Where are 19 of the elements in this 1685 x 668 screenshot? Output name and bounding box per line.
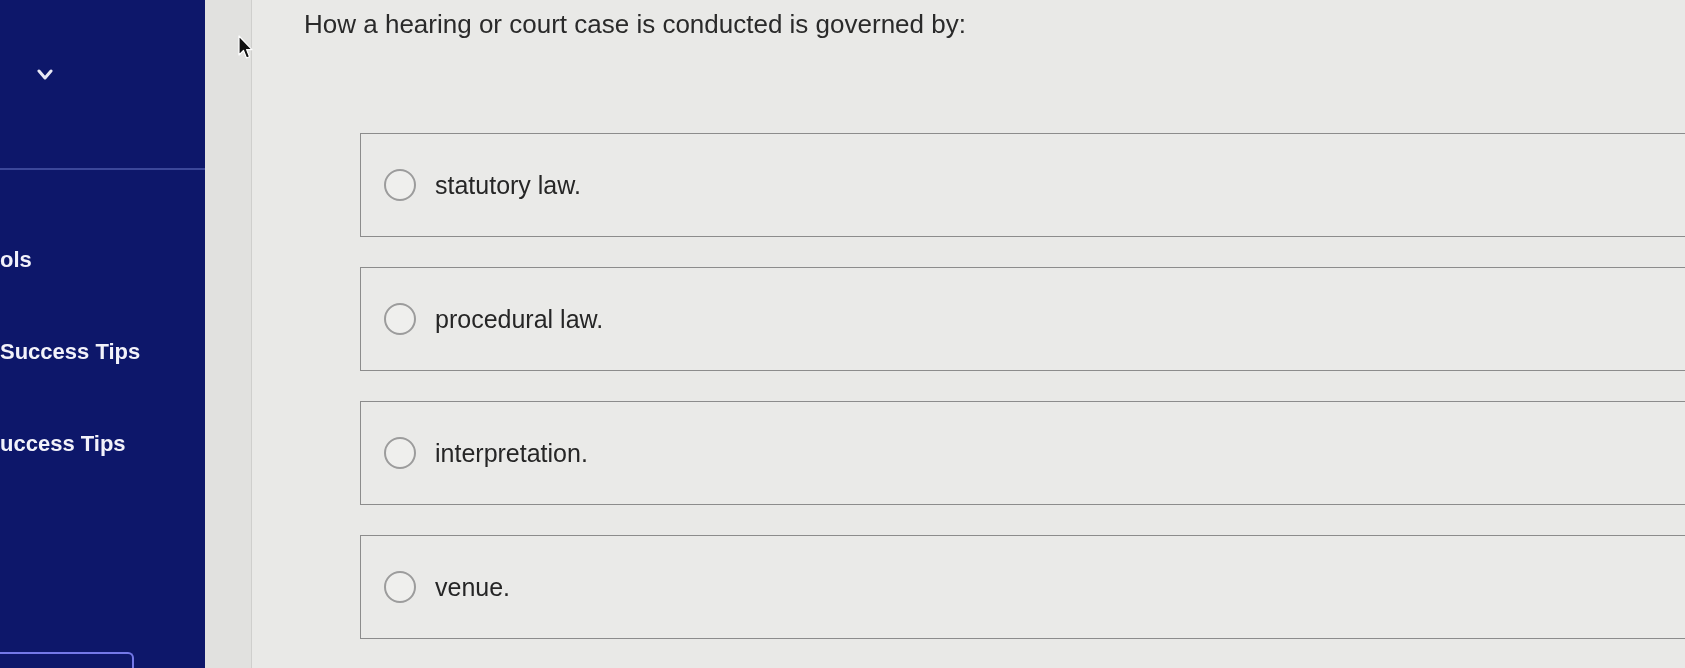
question-text: How a hearing or court case is conducted is governed by: <box>304 8 966 40</box>
cursor-icon <box>238 35 253 60</box>
answer-option[interactable]: interpretation. <box>360 401 1685 505</box>
radio-button[interactable] <box>384 571 416 603</box>
chevron-down-icon[interactable] <box>37 69 53 81</box>
outlined-button[interactable] <box>0 652 134 668</box>
radio-button[interactable] <box>384 437 416 469</box>
option-label: venue. <box>435 572 511 603</box>
option-label: statutory law. <box>435 170 581 201</box>
radio-button[interactable] <box>384 169 416 201</box>
nav-link[interactable]: uccess Tips <box>0 430 126 458</box>
nav-link[interactable]: ols <box>0 246 32 274</box>
answer-option[interactable]: venue. <box>360 535 1685 639</box>
answer-option[interactable]: statutory law. <box>360 133 1685 237</box>
option-label: interpretation. <box>435 438 588 469</box>
option-label: procedural law. <box>435 304 604 335</box>
nav-link[interactable]: Success Tips <box>0 338 141 366</box>
answer-option[interactable]: procedural law. <box>360 267 1685 371</box>
radio-button[interactable] <box>384 303 416 335</box>
